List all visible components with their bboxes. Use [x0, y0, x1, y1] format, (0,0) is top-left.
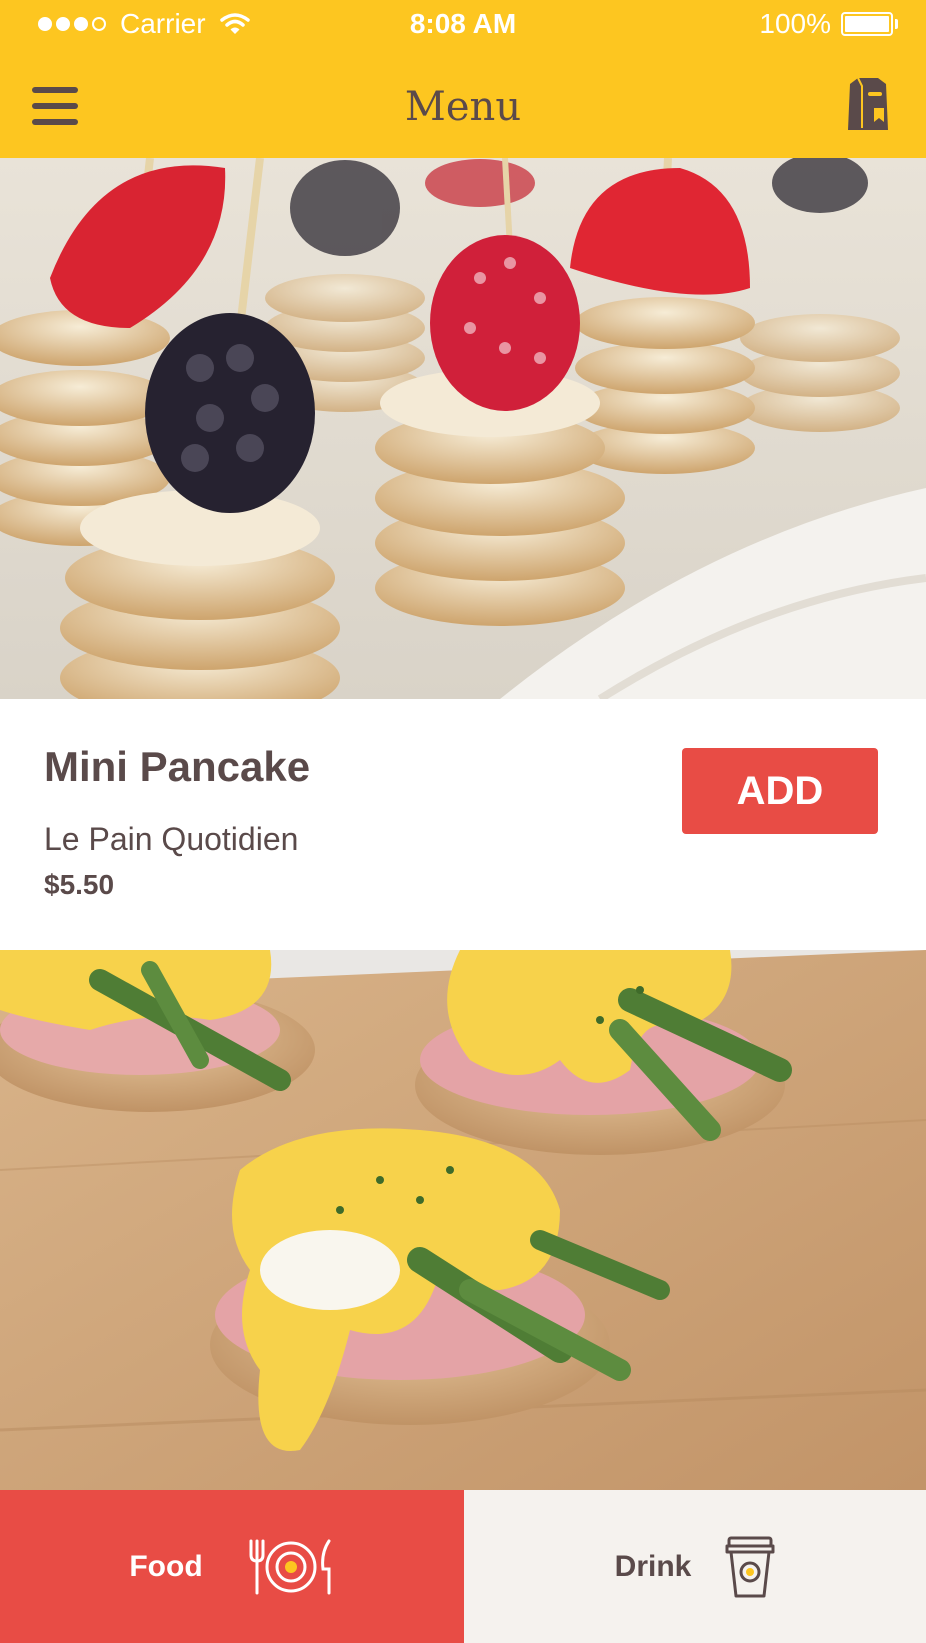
- navigation-bar: Menu: [0, 62, 926, 152]
- tab-food-label: Food: [129, 1549, 203, 1583]
- battery-icon: [841, 12, 893, 36]
- status-right: 100%: [759, 8, 898, 40]
- item-name: Mini Pancake: [44, 743, 311, 790]
- menu-screen: Carrier 8:08 AM 100% Menu Mini Pancake L…: [0, 0, 926, 1643]
- fork-plate-knife-icon: [249, 1539, 331, 1594]
- app-header: Carrier 8:08 AM 100% Menu: [0, 0, 926, 158]
- item-vendor: Le Pain Quotidien: [44, 821, 299, 857]
- add-to-cart-button[interactable]: ADD: [682, 748, 878, 834]
- bottom-tab-bar: Food Drink: [0, 1490, 926, 1643]
- tab-food[interactable]: Food: [0, 1490, 464, 1643]
- status-bar: Carrier 8:08 AM 100%: [0, 0, 926, 50]
- page-title: Menu: [404, 84, 522, 130]
- coffee-cup-icon: [725, 1536, 775, 1597]
- item-price: $5.50: [44, 869, 115, 900]
- tab-drink-label: Drink: [614, 1549, 692, 1583]
- eggs-benedict-photo: [0, 950, 926, 1490]
- battery-level: [845, 16, 889, 32]
- mini-pancake-photo: [0, 158, 926, 699]
- shopping-bag-icon[interactable]: [844, 76, 892, 132]
- battery-percentage: 100%: [759, 8, 831, 39]
- battery-tip: [895, 19, 898, 29]
- menu-item-card: Mini Pancake Le Pain Quotidien $5.50 ADD: [0, 699, 926, 950]
- tab-drink[interactable]: Drink: [464, 1490, 926, 1643]
